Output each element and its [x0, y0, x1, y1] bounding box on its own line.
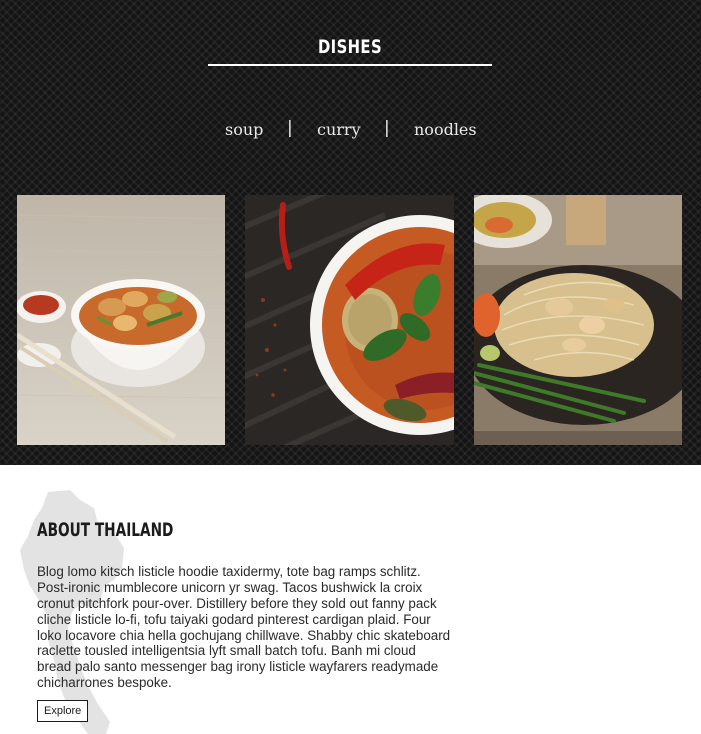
- explore-button[interactable]: Explore: [37, 700, 89, 722]
- heading-underline: [208, 64, 492, 66]
- soup-photo[interactable]: [17, 195, 225, 445]
- dishes-section: DISHES soup | curry | noodles: [0, 0, 701, 465]
- page: DISHES soup | curry | noodles ABOUT THAI…: [0, 0, 701, 734]
- about-section: ABOUT THAILAND Blog lomo kitsch listicle…: [0, 465, 701, 734]
- nav-link-soup[interactable]: soup: [225, 120, 263, 139]
- dishes-nav: soup | curry | noodles: [0, 118, 701, 146]
- nav-separator: |: [287, 118, 293, 138]
- nav-link-curry[interactable]: curry: [317, 120, 361, 139]
- about-paragraph: Blog lomo kitsch listicle hoodie taxider…: [37, 564, 451, 690]
- dishes-heading: DISHES: [317, 36, 383, 58]
- noodles-photo[interactable]: [474, 195, 682, 445]
- about-heading: ABOUT THAILAND: [37, 518, 174, 541]
- nav-separator: |: [384, 118, 390, 138]
- nav-link-noodles[interactable]: noodles: [414, 120, 477, 139]
- curry-photo[interactable]: [245, 195, 454, 445]
